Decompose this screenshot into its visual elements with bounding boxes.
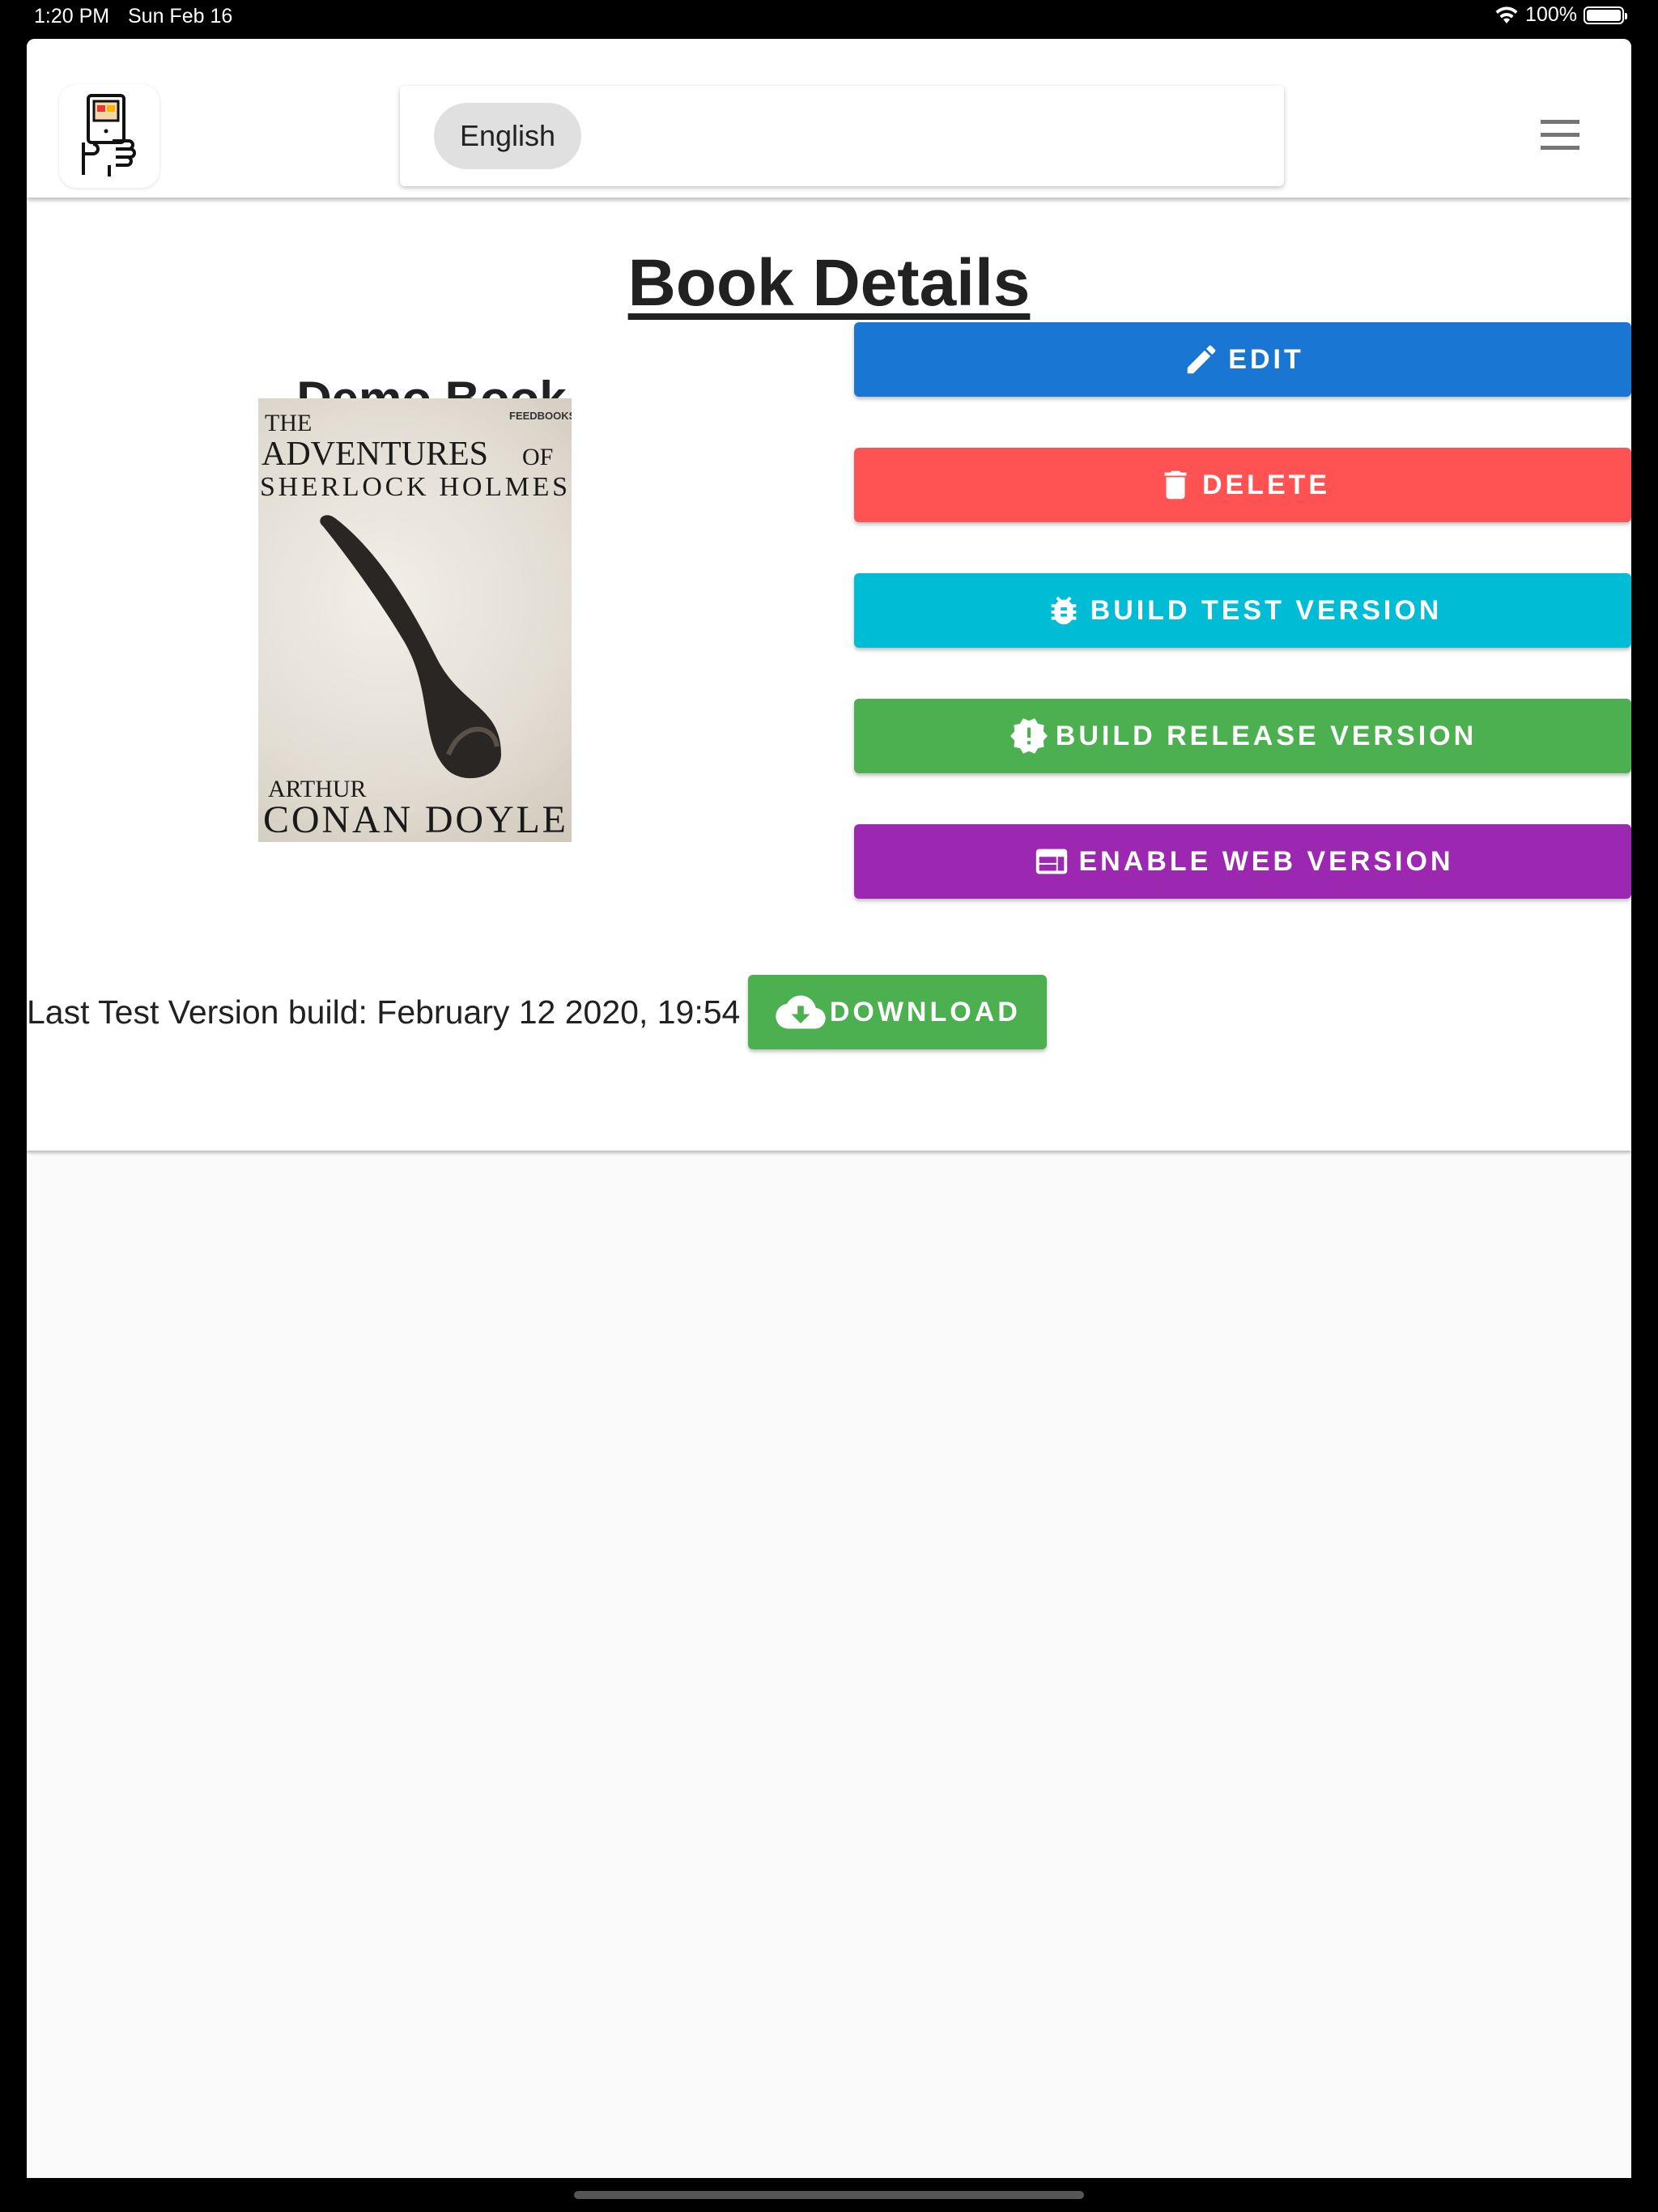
build-release-version-button[interactable]: BUILD RELEASE VERSION [854,699,1631,773]
bug-icon [1044,590,1084,631]
cover-line-the: THE [265,410,312,436]
status-bar: 1:20 PM Sun Feb 16 100% [0,0,1658,36]
language-selector[interactable]: English [400,86,1284,186]
status-time: 1:20 PM [34,5,110,28]
cloud-download-icon [775,992,827,1032]
edit-button-label: EDIT [1228,343,1304,375]
book-cover-image: THE FEEDBOOKS ADVENTURES OF SHERLOCK HOL… [258,398,572,842]
download-button-label: DOWNLOAD [829,996,1021,1027]
pencil-icon [1181,339,1222,380]
page-title: Book Details [627,246,1031,320]
enable-web-version-button[interactable]: ENABLE WEB VERSION [854,824,1631,899]
web-browser-icon [1031,841,1072,882]
book-details-card: English Book Details Demo Book THE FEEDB… [27,39,1631,1151]
enable-web-version-label: ENABLE WEB VERSION [1078,845,1454,877]
status-date: Sun Feb 16 [128,5,233,28]
home-indicator[interactable] [574,2191,1084,2199]
language-chip[interactable]: English [434,103,582,169]
cover-line-sherlock: SHERLOCK HOLMES [260,472,568,502]
pipe-illustration [320,515,501,779]
wifi-icon [1495,6,1518,23]
cover-line-adventures: ADVENTURES [261,436,488,473]
download-button[interactable]: DOWNLOAD [748,975,1048,1049]
battery-percent: 100% [1525,3,1577,26]
delete-button[interactable]: DELETE [854,448,1631,522]
app-window: English Book Details Demo Book THE FEEDB… [27,39,1631,2178]
trash-icon [1155,465,1196,505]
cover-line-of: OF [522,444,553,470]
delete-button-label: DELETE [1201,469,1331,500]
build-release-version-label: BUILD RELEASE VERSION [1055,720,1477,751]
last-build-row: Last Test Version build: February 12 202… [27,975,1048,1049]
build-test-version-label: BUILD TEST VERSION [1090,594,1443,626]
battery-icon [1584,6,1627,24]
alert-decagram-icon [1009,716,1049,756]
top-app-bar: English [27,39,1631,198]
build-test-version-button[interactable]: BUILD TEST VERSION [854,573,1631,648]
handheld-reader-logo-icon[interactable] [59,84,159,188]
status-right: 100% [1494,3,1627,27]
hamburger-menu-icon[interactable] [1541,120,1583,152]
edit-button[interactable]: EDIT [854,322,1631,397]
cover-publisher: FEEDBOOKS [509,410,572,422]
last-build-text: Last Test Version build: February 12 202… [27,993,741,1031]
cover-author-last: CONAN DOYLE [263,798,566,841]
